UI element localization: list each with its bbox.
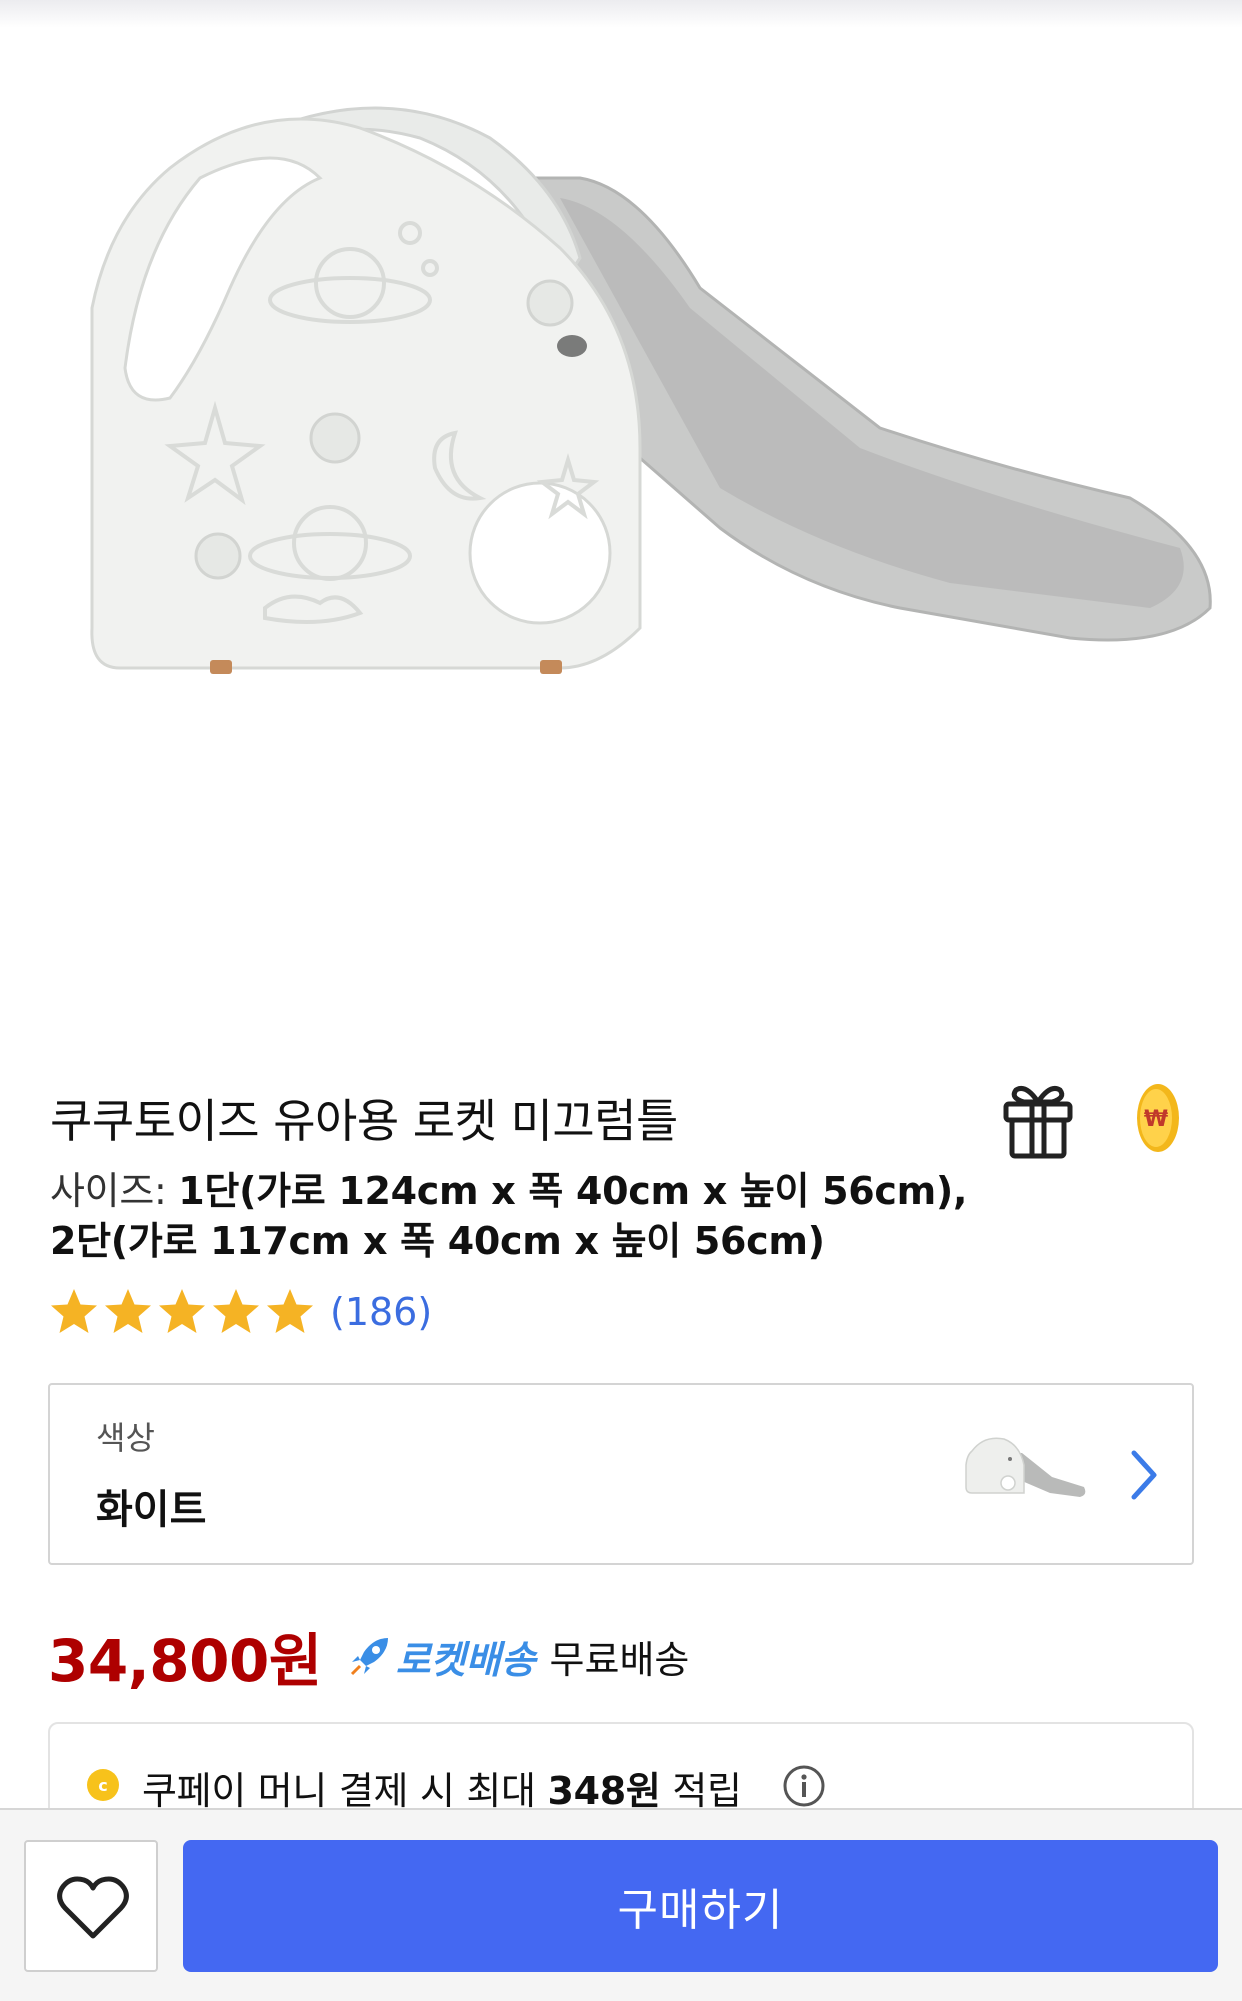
option-value: 화이트 (96, 1487, 207, 1533)
bottom-action-bar: 구매하기 (0, 1808, 1242, 2001)
star-icon (105, 1289, 151, 1333)
coin-icon[interactable]: ₩ (1135, 1082, 1181, 1154)
coupay-suffix: 적립 (660, 1769, 742, 1813)
slide-illustration (90, 106, 1212, 674)
review-count[interactable]: (186) (330, 1290, 432, 1334)
svg-text:₩: ₩ (1144, 1107, 1168, 1132)
coupay-amount: 348원 (547, 1769, 661, 1813)
rocket-delivery-label: 로켓배송 (395, 1637, 536, 1682)
star-icon (159, 1289, 205, 1333)
option-thumbnail (962, 1425, 1092, 1505)
size-spec-1: 1단(가로 124cm x 폭 40cm x 높이 56cm), (178, 1169, 968, 1213)
star-icon (267, 1289, 313, 1333)
product-image[interactable] (0, 28, 1242, 1038)
svg-text:c: c (98, 1776, 107, 1795)
color-option-selector[interactable]: 색상 화이트 (48, 1383, 1194, 1565)
top-shade (0, 0, 1242, 28)
size-line-1: 사이즈: 1단(가로 124cm x 폭 40cm x 높이 56cm), (50, 1160, 1050, 1215)
size-line-2: 2단(가로 117cm x 폭 40cm x 높이 56cm) (50, 1210, 1050, 1265)
coupay-prefix: 쿠페이 머니 결제 시 최대 (142, 1769, 548, 1813)
free-shipping-label: 무료배송 (549, 1637, 690, 1682)
size-spec-2: 2단(가로 117cm x 폭 40cm x 높이 56cm) (50, 1219, 825, 1263)
coupay-reward-text: 쿠페이 머니 결제 시 최대 348원 적립 (142, 1760, 742, 1815)
star-icon (213, 1289, 259, 1333)
gift-icon[interactable] (1000, 1080, 1076, 1160)
wishlist-button[interactable] (24, 1840, 158, 1972)
star-icon (51, 1289, 97, 1333)
size-label: 사이즈: (50, 1169, 167, 1213)
chevron-right-icon[interactable] (1124, 1445, 1164, 1505)
rating[interactable]: (186) (48, 1284, 432, 1340)
rocket-icon (350, 1638, 388, 1676)
price-row: 34,800원 로켓배송 무료배송 (48, 1616, 689, 1696)
coupay-coin-icon: c (87, 1769, 119, 1801)
price: 34,800원 (48, 1627, 322, 1695)
info-icon[interactable] (782, 1764, 826, 1808)
heart-icon (57, 1876, 129, 1939)
option-label: 색상 (96, 1419, 155, 1457)
buy-button[interactable]: 구매하기 (183, 1840, 1218, 1972)
